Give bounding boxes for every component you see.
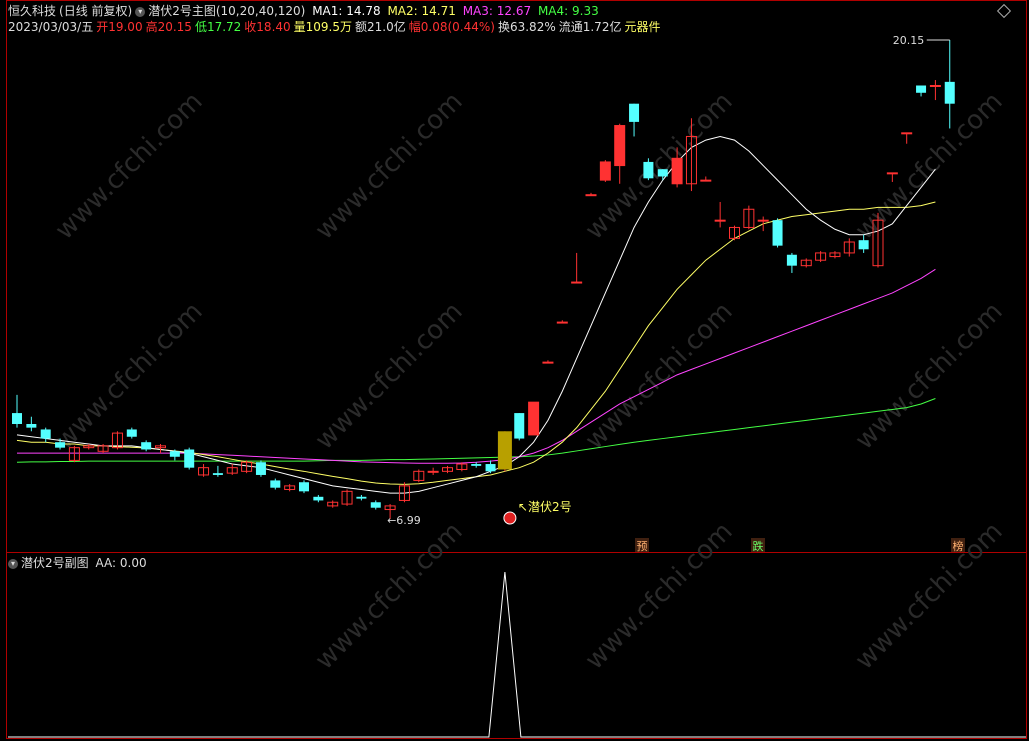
limit-up-body xyxy=(672,158,683,184)
candle-body xyxy=(427,470,439,473)
candle-body xyxy=(485,464,496,472)
watermark-text: www.cfchi.com xyxy=(850,517,1009,676)
candle-body xyxy=(714,219,726,222)
candle-body xyxy=(929,84,941,87)
candle-body xyxy=(12,413,22,425)
candle-body xyxy=(141,442,152,450)
candle-body xyxy=(542,361,554,364)
watermark-text: www.cfchi.com xyxy=(50,87,209,246)
watermark-text: www.cfchi.com xyxy=(310,297,469,456)
signal-label: ↖潜伏2号 xyxy=(518,500,572,514)
candle-body xyxy=(270,480,281,488)
candle-body xyxy=(184,449,195,468)
min-price-label: ←6.99 xyxy=(387,514,421,527)
tag-tag_bang: 榜 xyxy=(953,539,964,553)
watermark-text: www.cfchi.com xyxy=(850,297,1009,456)
candle-body xyxy=(916,85,927,93)
candle-body xyxy=(471,464,482,466)
ma-lines xyxy=(16,135,936,494)
candle-body xyxy=(356,496,367,499)
candle-body xyxy=(643,161,654,179)
signal-candle xyxy=(497,431,512,470)
candle-body xyxy=(657,169,668,177)
watermark-text: www.cfchi.com xyxy=(580,517,739,676)
candle-body xyxy=(55,442,66,448)
candle-body xyxy=(757,219,769,222)
annotations-layer: 20.15 ←6.99 ↖潜伏2号预 跌 榜 xyxy=(387,34,965,553)
candle-body xyxy=(772,220,783,246)
signal-marker-icon xyxy=(503,511,517,525)
watermark-text: www.cfchi.com xyxy=(310,87,469,246)
candle-body xyxy=(40,429,51,439)
limit-up-body xyxy=(614,125,625,166)
limit-up-body xyxy=(600,161,611,181)
candle-body xyxy=(571,281,583,284)
candle-body xyxy=(786,254,797,266)
candle-body xyxy=(26,424,37,428)
candle-body xyxy=(585,194,597,197)
candle-body xyxy=(886,172,898,175)
ma1-line xyxy=(16,135,936,494)
watermark-layer: www.cfchi.com www.cfchi.com www.cfchi.com w… xyxy=(50,87,1009,676)
candle-body xyxy=(299,482,309,492)
watermark-text: www.cfchi.com xyxy=(310,517,469,676)
candle-body xyxy=(212,473,223,475)
limit-up-body xyxy=(528,402,539,435)
candles-layer xyxy=(12,40,955,519)
candle-body xyxy=(313,496,324,501)
price-chart: www.cfchi.com www.cfchi.com www.cfchi.com w… xyxy=(8,34,1026,738)
candle-body xyxy=(858,240,869,250)
candle-body xyxy=(169,451,180,457)
max-price-label: 20.15 xyxy=(893,34,925,47)
candle-body xyxy=(126,429,137,437)
candle-body xyxy=(700,179,712,182)
candle-body xyxy=(901,132,913,135)
tag-tag_yu: 预 xyxy=(637,540,648,553)
candle-body xyxy=(255,462,266,475)
candle-body xyxy=(514,413,525,439)
candle-body xyxy=(556,321,568,324)
candle-body xyxy=(944,81,955,104)
tag-tag_die: 跌 xyxy=(753,539,764,553)
candle-body xyxy=(370,502,381,508)
candle-body xyxy=(629,103,640,122)
